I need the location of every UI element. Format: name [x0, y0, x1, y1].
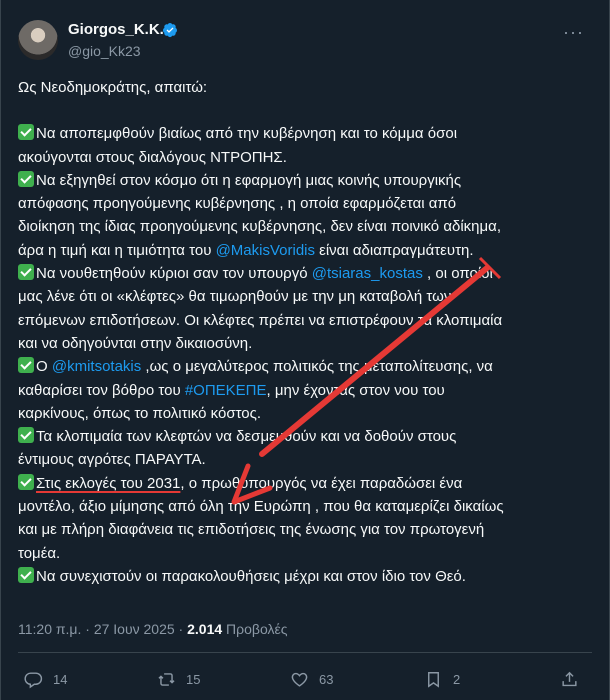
check-icon — [18, 357, 34, 374]
share-icon — [562, 671, 577, 687]
tweet-point-4: Ο @kmitsotakis ,ως ο μεγαλύτερος πολιτικ… — [18, 355, 598, 378]
verified-icon — [163, 23, 177, 38]
reply-icon — [24, 672, 43, 689]
repost-icon — [158, 673, 175, 686]
tweet-line: καρκίνους, όπως το πολιτικό κόστος. — [18, 404, 262, 422]
tweet-line: τομέα. — [18, 544, 61, 562]
tweet-line: καθαρίσει τον βόθρο του #ΟΠΕΚΕΠΕ, μην έχ… — [18, 381, 445, 399]
more-icon[interactable]: ··· — [563, 22, 584, 43]
divider — [18, 652, 592, 653]
avatar[interactable] — [18, 20, 58, 60]
tweet-line: απόφασης προηγούμενης κυβέρνησης , η οπο… — [18, 195, 457, 213]
tweet-line: επόμενων επιδοτήσεων. Οι κλέφτες πρέπει … — [18, 311, 503, 329]
like-button[interactable]: 63 — [290, 670, 333, 689]
left-border — [0, 0, 1, 700]
tweet-line: άρα η τιμή και η τιμιότητα του @MakisVor… — [18, 241, 474, 259]
tweet-point-3: Να νουθετηθούν κύριοι σαν τον υπουργό @t… — [18, 262, 598, 285]
tweet-line: ακούγονται στους διαλόγους ΝΤΡΟΠΗΣ. — [18, 148, 287, 166]
hashtag-opekepe[interactable]: #ΟΠΕΚΕΠΕ — [185, 382, 267, 399]
check-icon — [18, 566, 34, 583]
tweet-point-1: Να αποπεμφθούν βιαίως από την κυβέρνηση … — [18, 122, 598, 145]
check-icon — [18, 124, 34, 141]
tweet-point-2: Να εξηγηθεί στον κόσμο ότι η εφαρμογή μι… — [18, 169, 598, 192]
like-icon — [291, 672, 308, 687]
mention-makisvoridis[interactable]: @MakisVoridis — [216, 242, 315, 259]
tweet-point-5: Τα κλοπιμαία των κλεφτών να δεσμευθούν κ… — [18, 425, 598, 448]
tweet-line: διοίκηση της ίδιας προηγούμενης κυβέρνησ… — [18, 218, 501, 236]
author-name[interactable]: Giorgos_K.K. — [68, 21, 164, 38]
tweet-line: και να οδηγούνται στην δικαιοσύνη. — [18, 334, 253, 352]
reply-count: 14 — [53, 672, 68, 687]
mention-tsiaras-kostas[interactable]: @tsiaras_kostas — [312, 265, 423, 282]
bookmark-icon — [428, 672, 439, 688]
share-button[interactable] — [560, 670, 579, 689]
bookmark-count: 2 — [453, 672, 461, 687]
tweet-text: Ως Νεοδημοκράτης, απαιτώ: Να αποπεμφθούν… — [18, 76, 598, 588]
repost-button[interactable]: 15 — [157, 670, 200, 689]
tweet-line: και με πλήρη διαφάνεια τις επιδοτήσεις τ… — [18, 521, 485, 539]
tweet-line: μας λένε ότι οι «κλέφτες» θα τιμωρηθούν … — [18, 288, 452, 306]
tweet-timestamp[interactable]: 11:20 π.μ. · 27 Ιουν 2025 · — [18, 621, 187, 637]
reply-button[interactable]: 14 — [24, 670, 67, 689]
like-count: 63 — [319, 672, 334, 687]
tweet-intro: Ως Νεοδημοκράτης, απαιτώ: — [18, 79, 208, 96]
tweet-point-6: Στις εκλογές του 2031, ο πρωθυπουργός να… — [18, 472, 598, 495]
views-count: 2.014 — [187, 621, 223, 637]
check-icon — [18, 473, 34, 490]
repost-count: 15 — [186, 672, 201, 687]
author-handle[interactable]: @gio_Kk23 — [68, 43, 141, 59]
check-icon — [18, 170, 34, 187]
tweet-meta: 11:20 π.μ. · 27 Ιουν 2025 · 2.014 Προβολ… — [18, 621, 287, 637]
tweet-line: μοντέλο, άξιο μίμησης από όλη την Ευρώπη… — [18, 498, 504, 516]
check-icon — [18, 264, 34, 281]
tweet-line: έντιμους αγρότες ΠΑΡΑΥΤΑ. — [18, 451, 206, 469]
tweet-point-7: Να συνεχιστούν οι παρακολουθήσεις μέχρι … — [18, 565, 598, 588]
highlighted-phrase: Στις εκλογές του 2031 — [36, 474, 181, 492]
bookmark-button[interactable]: 2 — [424, 670, 460, 689]
mention-kmitsotakis[interactable]: @kmitsotakis — [52, 358, 141, 375]
views-label: Προβολές — [222, 621, 288, 637]
check-icon — [18, 427, 34, 444]
